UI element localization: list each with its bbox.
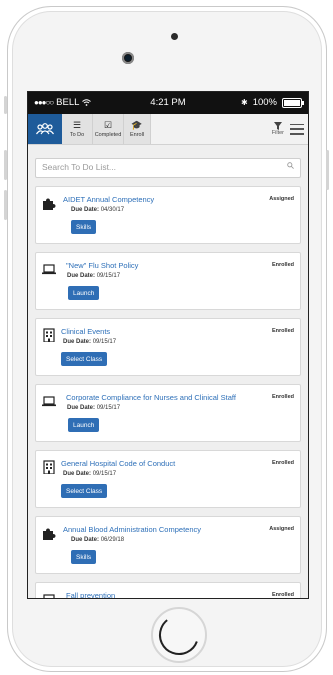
status-badge: Enrolled [271,592,294,598]
app-logo-button[interactable] [28,114,62,144]
laptop-icon [42,264,56,275]
item-title[interactable]: "New" Flu Shot Policy [66,261,138,270]
filter-icon [273,122,282,130]
graduation-cap-icon: 🎓 [131,119,143,130]
status-badge: Enrolled [271,460,294,466]
tab-to-do[interactable]: ☰ To Do [62,114,93,144]
due-date: Due Date: 09/15/17 [63,471,117,477]
filter-button[interactable]: Filter [272,122,284,136]
due-date: Due Date: 09/15/17 [67,405,121,411]
search-input[interactable] [42,162,262,172]
laptop-icon [42,396,56,407]
item-title[interactable]: Fall prevention [66,591,115,598]
filter-label: Filter [271,130,284,136]
people-group-icon [36,123,54,135]
search-icon[interactable] [287,162,294,169]
launch-button[interactable]: Launch [68,418,100,432]
skills-button[interactable]: Skills [71,220,97,234]
screen: ●●●○○ BELL 4:21 PM ✱ 100% ☰ To Do ☑ Comp… [27,91,309,599]
mute-switch[interactable] [4,96,7,114]
tab-enroll[interactable]: 🎓 Enroll [124,114,151,144]
status-badge: Assigned [269,526,294,532]
item-title[interactable]: General Hospital Code of Conduct [61,459,175,468]
launch-button[interactable]: Launch [68,286,100,300]
skills-button[interactable]: Skills [71,550,97,564]
power-button[interactable] [326,150,329,190]
status-bar: ●●●○○ BELL 4:21 PM ✱ 100% [28,92,308,114]
list-item[interactable]: AIDET Annual Competency Assigned Due Dat… [35,186,301,244]
list-item[interactable]: General Hospital Code of Conduct Enrolle… [35,450,301,508]
app-navbar: ☰ To Do ☑ Completed 🎓 Enroll Filter [28,114,308,145]
building-icon [43,460,55,474]
due-date: Due Date: 06/29/18 [71,537,125,543]
home-button[interactable] [151,607,207,663]
list-item[interactable]: Fall prevention Enrolled [35,582,301,598]
search-box [35,158,301,178]
list-item[interactable]: "New" Flu Shot Policy Enrolled Due Date:… [35,252,301,310]
item-title[interactable]: Corporate Compliance for Nurses and Clin… [66,393,236,402]
status-badge: Enrolled [271,328,294,334]
select-class-button[interactable]: Select Class [61,352,108,366]
due-date: Due Date: 04/30/17 [71,207,125,213]
puzzle-icon [43,528,56,540]
tab-enroll-label: Enroll [129,131,145,138]
status-badge: Enrolled [271,262,294,268]
tab-completed-label: Completed [94,131,122,138]
list-item[interactable]: Clinical Events Enrolled Due Date: 09/15… [35,318,301,376]
building-icon [43,328,55,342]
tab-to-do-label: To Do [69,131,85,138]
status-badge: Enrolled [271,394,294,400]
volume-down-button[interactable] [4,190,7,220]
speaker-icon [171,33,178,40]
due-date: Due Date: 09/15/17 [67,273,121,279]
volume-up-button[interactable] [4,150,7,180]
home-ring-icon [159,615,199,655]
item-title[interactable]: AIDET Annual Competency [63,195,154,204]
tab-completed[interactable]: ☑ Completed [93,114,124,144]
item-title[interactable]: Clinical Events [61,327,110,336]
menu-icon[interactable] [290,123,304,135]
list-item[interactable]: Corporate Compliance for Nurses and Clin… [35,384,301,442]
select-class-button[interactable]: Select Class [61,484,108,498]
battery-icon [282,97,304,108]
camera-icon [122,52,134,64]
due-date: Due Date: 09/15/17 [63,339,117,345]
list-item[interactable]: Annual Blood Administration Competency A… [35,516,301,574]
todo-list: AIDET Annual Competency Assigned Due Dat… [28,145,308,598]
laptop-icon [43,594,55,598]
bluetooth-icon: ✱ [240,98,248,107]
status-badge: Assigned [269,196,294,202]
puzzle-icon [43,198,56,210]
item-title[interactable]: Annual Blood Administration Competency [63,525,201,534]
list-icon: ☰ [72,119,82,130]
battery-percent: 100% [252,97,277,108]
checkbox-icon: ☑ [103,119,113,130]
